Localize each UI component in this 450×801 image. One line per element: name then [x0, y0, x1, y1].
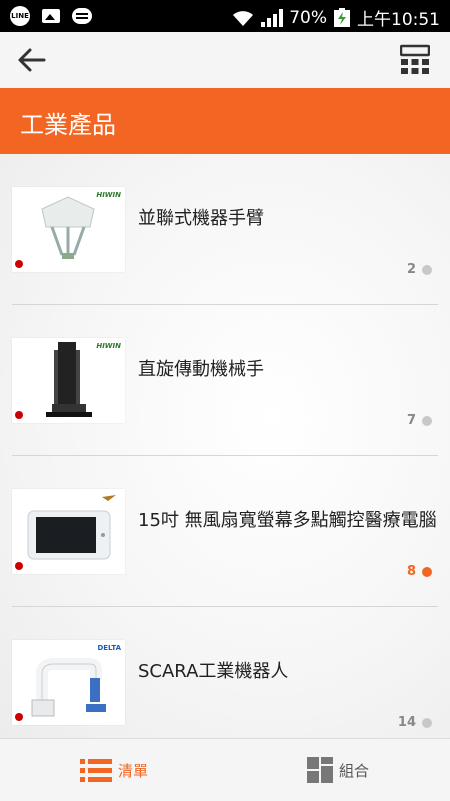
item-count: 8	[406, 564, 416, 579]
item-count: 7	[406, 413, 416, 428]
company-stamp-icon	[15, 562, 23, 570]
page-title: 工業產品	[20, 111, 116, 139]
item-count: 14	[397, 715, 416, 730]
tab-list-view[interactable]: 清單	[0, 739, 225, 801]
grid-view-icon	[307, 757, 333, 783]
clock: 上午10:51	[357, 10, 440, 30]
product-list[interactable]: HIWIN 並聯式機器手臂 2 HIWIN 直旋傳動機械手 7 15吋 無風扇寬…	[0, 154, 450, 738]
gallery-notification-icon	[42, 9, 60, 23]
brand-logo: HIWIN	[96, 191, 121, 199]
tab-list-label: 清單	[118, 762, 149, 780]
page-title-bar: 工業產品	[0, 88, 450, 154]
brand-logo: DELTA	[97, 644, 121, 652]
product-name: 並聯式機器手臂	[138, 208, 264, 229]
line-app-icon: LINE	[10, 6, 30, 26]
item-count: 2	[406, 262, 416, 277]
product-thumbnail: DELTA	[12, 640, 125, 725]
product-thumbnail	[12, 489, 125, 574]
battery-percent: 70%	[289, 7, 327, 28]
message-notification-icon	[72, 8, 92, 24]
list-view-icon	[80, 759, 112, 782]
status-dot	[422, 416, 432, 426]
status-bar: LINE 70% 上午10:51	[0, 0, 450, 32]
status-dot	[422, 265, 432, 275]
tab-grid-label: 組合	[339, 762, 370, 780]
product-name: 直旋傳動機械手	[138, 359, 264, 380]
status-dot	[422, 718, 432, 728]
signal-icon	[261, 8, 284, 27]
back-arrow-icon[interactable]	[14, 44, 50, 76]
product-name: SCARA工業機器人	[138, 661, 289, 682]
product-thumbnail: HIWIN	[12, 338, 125, 423]
company-stamp-icon	[15, 411, 23, 419]
company-stamp-icon	[15, 713, 23, 721]
bottom-navigation: 清單 組合	[0, 738, 450, 801]
app-bar	[0, 32, 450, 88]
product-name: 15吋 無風扇寬螢幕多點觸控醫療電腦	[138, 510, 437, 531]
list-item-rotary-robot[interactable]: HIWIN 直旋傳動機械手 7	[0, 305, 450, 456]
list-item-scara-robot[interactable]: DELTA SCARA工業機器人 14	[0, 607, 450, 738]
menu-grid-icon[interactable]	[400, 44, 430, 76]
tab-grid-view[interactable]: 組合	[225, 739, 450, 801]
company-stamp-icon	[15, 260, 23, 268]
brand-logo: HIWIN	[96, 342, 121, 350]
wifi-icon	[233, 10, 254, 26]
list-item-medical-computer[interactable]: 15吋 無風扇寬螢幕多點觸控醫療電腦 8	[0, 456, 450, 607]
status-dot	[422, 567, 432, 577]
battery-charging-icon	[334, 7, 350, 27]
product-thumbnail: HIWIN	[12, 187, 125, 272]
list-item-parallel-robot[interactable]: HIWIN 並聯式機器手臂 2	[0, 154, 450, 305]
